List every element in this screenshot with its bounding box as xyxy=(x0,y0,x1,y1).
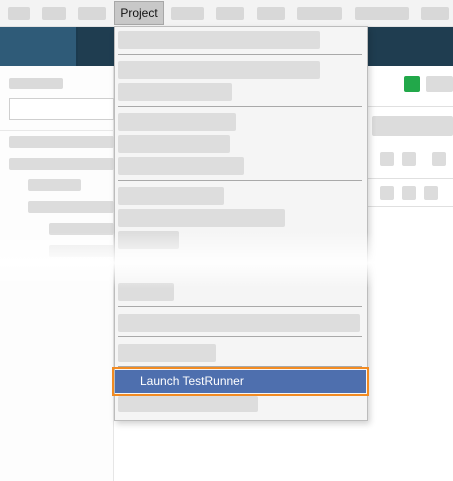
menu-item[interactable] xyxy=(118,209,285,227)
ribbon-left xyxy=(0,27,76,66)
menu-item[interactable] xyxy=(118,135,230,153)
menu-item[interactable] xyxy=(118,396,258,412)
divider xyxy=(368,106,453,107)
menu-item[interactable] xyxy=(118,157,244,175)
status-indicator-icon xyxy=(404,76,420,92)
menu-separator xyxy=(118,54,362,55)
menu-item-placeholder[interactable] xyxy=(297,7,342,20)
menu-item-placeholder[interactable] xyxy=(8,7,30,20)
tree-item[interactable] xyxy=(28,201,114,213)
menu-separator xyxy=(118,306,362,307)
menu-item[interactable] xyxy=(118,187,224,205)
fade-overlay xyxy=(0,232,453,288)
menu-separator xyxy=(118,106,362,107)
divider xyxy=(368,178,453,179)
menu-item-placeholder[interactable] xyxy=(257,7,285,20)
divider xyxy=(368,206,453,207)
toolbar-button[interactable] xyxy=(432,152,446,166)
panel-divider xyxy=(0,130,114,131)
menu-item[interactable] xyxy=(118,31,320,49)
menu-item[interactable] xyxy=(118,344,216,362)
menu-item-placeholder[interactable] xyxy=(78,7,106,20)
menu-item[interactable] xyxy=(118,61,320,79)
project-menu-dropdown xyxy=(114,26,368,421)
menu-item-placeholder[interactable] xyxy=(42,7,66,20)
menu-item-placeholder[interactable] xyxy=(216,7,244,20)
panel-title xyxy=(9,78,63,89)
menu-project[interactable]: Project xyxy=(114,1,164,25)
menu-item[interactable] xyxy=(118,83,232,101)
menu-separator xyxy=(118,336,362,337)
menu-item[interactable] xyxy=(118,314,360,332)
toolbar-button[interactable] xyxy=(402,186,416,200)
menu-item-placeholder[interactable] xyxy=(355,7,409,20)
menu-item-placeholder[interactable] xyxy=(421,7,449,20)
toolbar-button[interactable] xyxy=(424,186,438,200)
menu-item[interactable] xyxy=(118,113,236,131)
header-bar xyxy=(372,116,453,136)
tree-item[interactable] xyxy=(9,158,114,170)
highlight-outline xyxy=(112,367,369,396)
tree-item[interactable] xyxy=(28,179,81,191)
toolbar-button[interactable] xyxy=(402,152,416,166)
toolbar-button[interactable] xyxy=(426,76,453,92)
toolbar-button[interactable] xyxy=(380,186,394,200)
menu-item-placeholder[interactable] xyxy=(171,7,204,20)
search-input[interactable] xyxy=(9,98,114,120)
tree-item[interactable] xyxy=(9,136,114,148)
menu-bar: Project xyxy=(0,0,453,27)
menu-separator xyxy=(118,180,362,181)
toolbar-button[interactable] xyxy=(380,152,394,166)
